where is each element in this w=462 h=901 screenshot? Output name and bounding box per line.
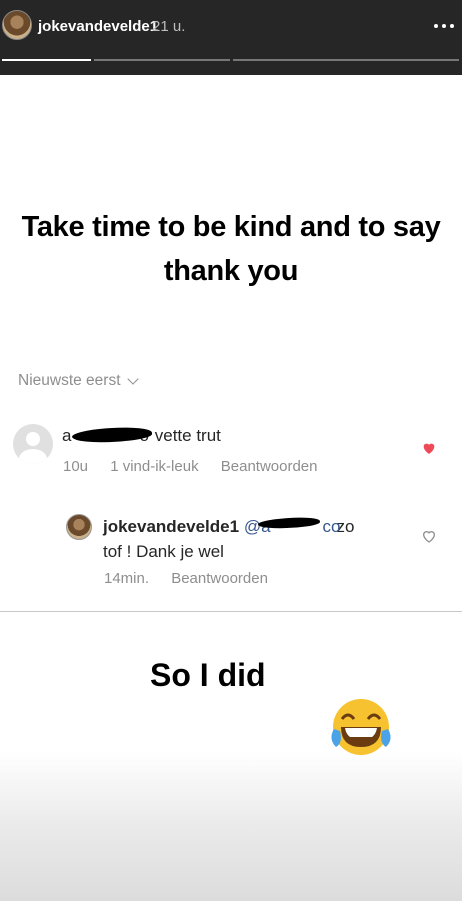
sort-label: Nieuwste eerst <box>18 372 121 389</box>
comment-text: ao vette trut <box>62 425 221 446</box>
story-headline: Take time to be kind and to say thank yo… <box>21 211 441 287</box>
comment-meta: 10u 1 vind-ik-leuk Beantwoorden <box>63 458 336 475</box>
chevron-down-icon <box>126 372 139 385</box>
more-icon[interactable] <box>430 16 458 36</box>
heart-icon[interactable] <box>421 440 437 456</box>
story-caption: So I did <box>150 657 266 693</box>
progress-segment <box>233 59 459 61</box>
reply-avatar[interactable] <box>66 514 92 540</box>
reply-time: 14min. <box>104 570 150 587</box>
reply-text: jokevandevelde1 @a co zo tof ! Dank je we… <box>103 514 403 564</box>
story-header: jokevandevelde1 21 u. <box>0 0 462 75</box>
comment-username[interactable]: ao <box>62 425 153 446</box>
progress-segment <box>94 59 230 61</box>
reply-button[interactable]: Beantwoorden <box>221 458 318 475</box>
reply-body: tof ! Dank je wel <box>103 542 224 561</box>
profile-avatar[interactable] <box>2 10 32 40</box>
avatar[interactable] <box>13 424 53 464</box>
heart-outline-icon[interactable] <box>421 528 437 544</box>
mention-link[interactable]: @a co <box>244 514 341 539</box>
story-timestamp: 21 u. <box>152 18 186 35</box>
story-username[interactable]: jokevandevelde1 <box>38 18 158 35</box>
reply-meta: 14min. Beantwoorden <box>104 570 286 587</box>
comment-likes[interactable]: 1 vind-ik-leuk <box>110 458 198 475</box>
face-with-tears-of-joy-icon <box>331 699 391 755</box>
comment-body: vette trut <box>154 426 221 445</box>
sort-dropdown[interactable]: Nieuwste eerst <box>18 372 139 390</box>
reply-button[interactable]: Beantwoorden <box>171 570 268 587</box>
reply-username[interactable]: jokevandevelde1 <box>103 517 239 536</box>
comment-time: 10u <box>63 458 89 475</box>
progress-segment <box>2 59 91 61</box>
